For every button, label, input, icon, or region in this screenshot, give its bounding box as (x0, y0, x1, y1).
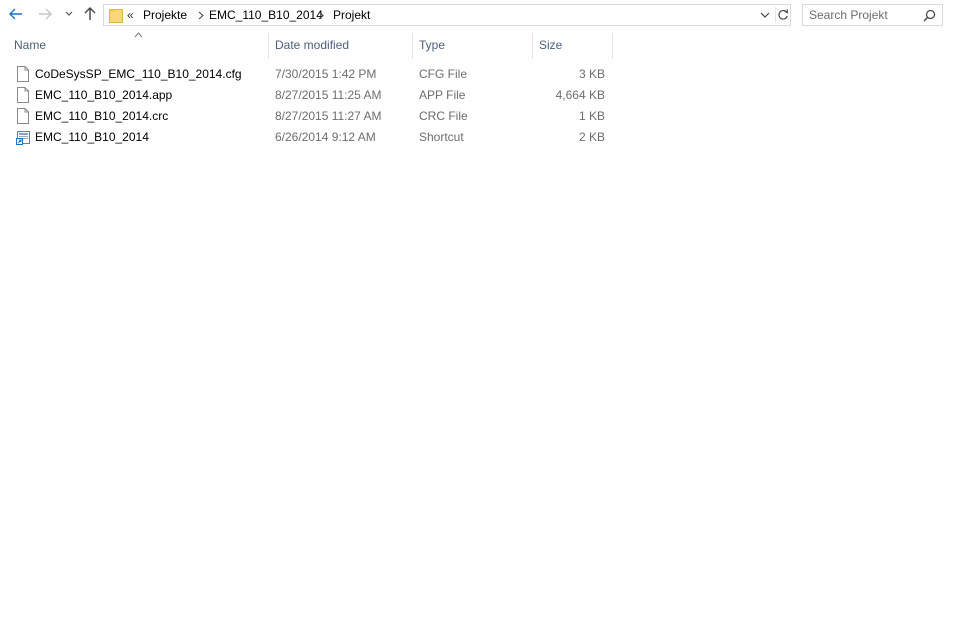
file-name: EMC_110_B10_2014 (35, 130, 149, 144)
forward-button[interactable] (35, 4, 55, 24)
file-size: 4,664 KB (555, 88, 605, 102)
recent-locations-button[interactable] (59, 4, 79, 24)
sort-ascending-icon (134, 32, 143, 38)
search-icon[interactable] (923, 9, 936, 22)
file-row[interactable]: CoDeSysSP_EMC_110_B10_2014.cfg 7/30/2015… (11, 64, 611, 85)
breadcrumb-emc[interactable]: EMC_110_B10_2014 (209, 8, 323, 22)
address-history-dropdown[interactable] (758, 8, 772, 22)
file-type: APP File (419, 88, 466, 102)
file-date-modified: 8/27/2015 11:25 AM (275, 88, 382, 102)
file-date-modified: 6/26/2014 9:12 AM (275, 130, 376, 144)
breadcrumb-projekt[interactable]: Projekt (333, 8, 370, 22)
file-type: CFG File (419, 67, 467, 81)
file-type: CRC File (419, 109, 468, 123)
file-icon (17, 66, 29, 82)
shortcut-icon (16, 131, 30, 145)
chevron-right-icon[interactable] (317, 11, 325, 20)
column-header-row: Name Date modified Type Size (0, 30, 954, 60)
file-name: EMC_110_B10_2014.crc (35, 109, 169, 123)
navigation-bar: « Projekte EMC_110_B10_2014 Projekt (0, 0, 954, 30)
arrow-up-icon (84, 7, 96, 20)
file-icon (17, 87, 29, 103)
file-size: 2 KB (578, 130, 605, 144)
file-size: 3 KB (578, 67, 605, 81)
column-divider[interactable] (612, 33, 613, 59)
up-button[interactable] (80, 4, 100, 24)
file-icon (17, 108, 29, 124)
file-date-modified: 7/30/2015 1:42 PM (275, 67, 377, 81)
file-date-modified: 8/27/2015 11:27 AM (275, 109, 382, 123)
chevron-down-icon (65, 11, 73, 16)
search-input[interactable] (809, 7, 919, 23)
file-name: CoDeSysSP_EMC_110_B10_2014.cfg (35, 67, 242, 81)
file-size: 1 KB (578, 109, 605, 123)
column-header-type[interactable]: Type (413, 30, 532, 60)
column-header-date-modified[interactable]: Date modified (269, 30, 412, 60)
column-header-size[interactable]: Size (533, 30, 612, 60)
file-row[interactable]: EMC_110_B10_2014 6/26/2014 9:12 AM Short… (11, 127, 611, 148)
search-box[interactable] (802, 4, 943, 26)
file-type: Shortcut (419, 130, 464, 144)
chevron-right-icon[interactable] (197, 11, 205, 20)
file-row[interactable]: EMC_110_B10_2014.app 8/27/2015 11:25 AM … (11, 85, 611, 106)
address-bar[interactable]: « Projekte EMC_110_B10_2014 Projekt (103, 4, 791, 26)
arrow-right-icon (39, 8, 52, 20)
breadcrumb-overflow[interactable]: « (127, 8, 134, 22)
breadcrumb-projekte[interactable]: Projekte (143, 8, 187, 22)
back-button[interactable] (6, 4, 26, 24)
folder-icon (109, 9, 123, 23)
refresh-icon[interactable] (775, 7, 791, 23)
file-row[interactable]: EMC_110_B10_2014.crc 8/27/2015 11:27 AM … (11, 106, 611, 127)
file-name: EMC_110_B10_2014.app (35, 88, 173, 102)
arrow-left-icon (9, 8, 22, 20)
